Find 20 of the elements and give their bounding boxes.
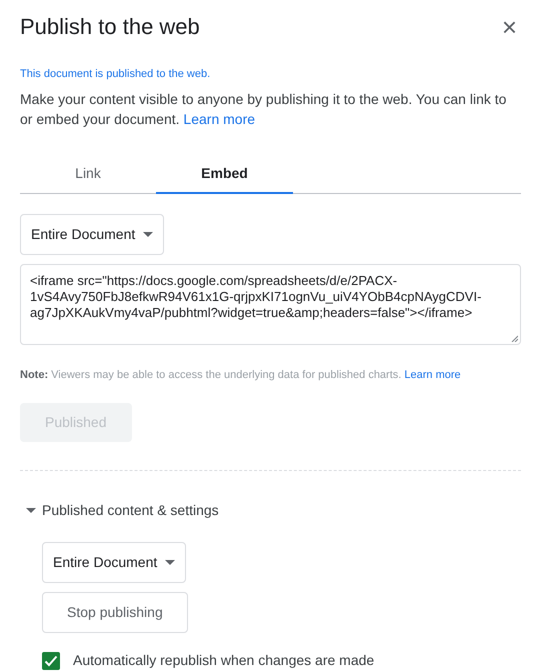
note-text: Note: Viewers may be able to access the underlying data for published charts. Learn more (20, 368, 462, 383)
scope-dropdown[interactable]: Entire Document (20, 214, 164, 255)
stop-publishing-button[interactable]: Stop publishing (42, 592, 188, 634)
status-message: This document is published to the web. (20, 67, 212, 82)
close-button[interactable]: × (498, 14, 521, 40)
embed-code-field[interactable]: <iframe src="https://docs.google.com/spreadsheets/d/e/2PACX-1vS4Avy750FbJ8efkwR94V61x1G-qrjpxKI71ognVu_uiV4YObB4cpNAygCDVI-ag7JpXKAukVmy4vaP/pubhtml?widget=true&amp;headers=false"></iframe> (20, 264, 521, 345)
learn-more-link[interactable]: Learn more (183, 110, 256, 127)
tab[interactable]: Link (20, 156, 156, 194)
caret-icon (26, 508, 36, 514)
settings-toggle[interactable]: Published content & settings (26, 500, 219, 522)
checkbox[interactable] (42, 652, 60, 670)
checkbox-label: Automatically republish when changes are made (73, 651, 374, 670)
caret-icon (143, 232, 154, 237)
content-dropdown[interactable]: Entire Document (42, 542, 186, 584)
resize-grip-icon (511, 334, 518, 342)
description-text: Make your content visible to anyone by publishing it to the web. You can link to or embed your document. Learn more (20, 90, 508, 129)
tab[interactable]: Embed (156, 156, 293, 194)
dialog-title: Publish to the web (20, 14, 200, 40)
learn-more-link[interactable]: Learn more (404, 368, 461, 381)
caret-icon (165, 560, 176, 566)
